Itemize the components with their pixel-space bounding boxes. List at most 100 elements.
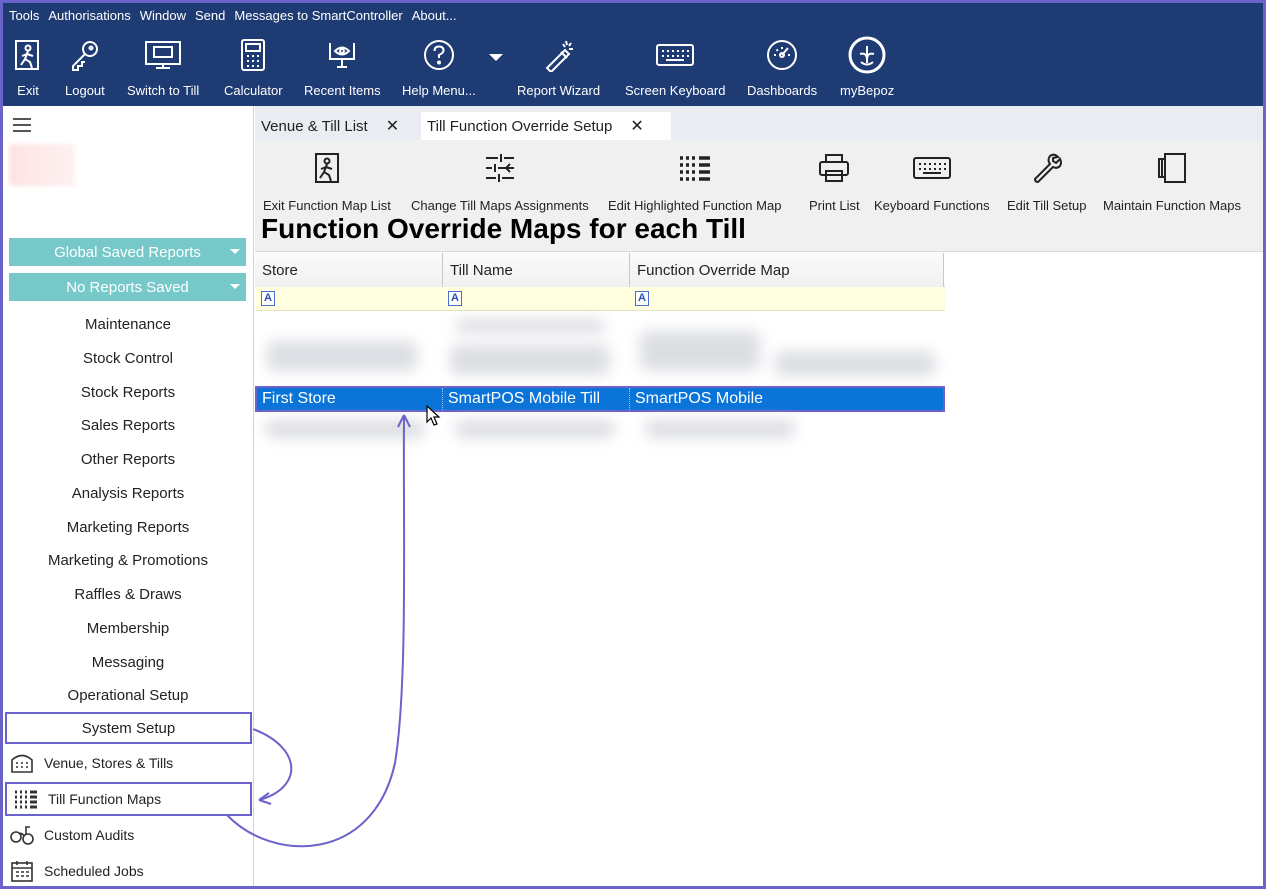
screen-keyboard-label: Screen Keyboard — [625, 83, 726, 98]
print-list-button[interactable]: Print List — [809, 148, 860, 213]
sidebar-subitem-custom-audits[interactable]: Custom Audits — [3, 818, 253, 852]
switch-to-till-label: Switch to Till — [127, 83, 200, 98]
function-map-icon — [13, 788, 39, 810]
sidebar-item-stock-control[interactable]: Stock Control — [3, 343, 253, 373]
hamburger-menu-icon[interactable] — [13, 118, 31, 136]
tab-venue-till-list-label: Venue & Till List — [261, 117, 368, 135]
calendar-icon — [9, 860, 35, 882]
column-header-function-override-map[interactable]: Function Override Map — [630, 253, 944, 287]
filter-function-map-icon[interactable]: A — [635, 291, 649, 306]
change-till-maps-assignments-button[interactable]: Change Till Maps Assignments — [411, 148, 589, 213]
exit-label: Exit — [17, 83, 39, 98]
edit-till-setup-label: Edit Till Setup — [1007, 198, 1087, 213]
help-menu-dropdown[interactable] — [487, 33, 505, 103]
menu-about[interactable]: About... — [412, 8, 457, 23]
venue-stores-tills-label: Venue, Stores & Tills — [44, 755, 174, 771]
app-window: Tools Authorisations Window Send Message… — [0, 0, 1266, 889]
column-header-till-name[interactable]: Till Name — [443, 253, 630, 287]
mouse-cursor-icon — [426, 405, 441, 426]
sidebar-item-maintenance[interactable]: Maintenance — [3, 309, 253, 339]
dashboards-button[interactable]: Dashboards — [747, 33, 817, 103]
till-icon — [144, 33, 182, 77]
recent-items-icon — [326, 33, 358, 77]
table-row-selected[interactable]: First Store SmartPOS Mobile Till SmartPO… — [255, 386, 945, 412]
wizard-icon — [541, 33, 577, 77]
sidebar-item-membership[interactable]: Membership — [3, 613, 253, 643]
sidebar-item-system-setup[interactable]: System Setup — [5, 712, 252, 744]
sidebar: Global Saved Reports No Reports Saved Ma… — [3, 106, 254, 886]
key-icon — [68, 33, 102, 77]
exit-icon — [313, 148, 341, 188]
menu-tools[interactable]: Tools — [9, 8, 39, 23]
print-list-label: Print List — [809, 198, 860, 213]
maintain-function-maps-label: Maintain Function Maps — [1103, 198, 1242, 213]
screen-keyboard-button[interactable]: Screen Keyboard — [625, 33, 725, 103]
sidebar-item-stock-reports[interactable]: Stock Reports — [3, 377, 253, 407]
keyboard-functions-button[interactable]: Keyboard Functions — [874, 148, 990, 213]
maintain-icon — [1155, 148, 1189, 188]
wrench-icon — [1030, 148, 1064, 188]
sidebar-item-operational-setup[interactable]: Operational Setup — [3, 680, 253, 710]
calculator-icon — [240, 33, 266, 77]
cell-till-name: SmartPOS Mobile Till — [443, 388, 630, 410]
menu-messages[interactable]: Messages to SmartController — [234, 8, 402, 23]
tab-till-function-override-setup[interactable]: Till Function Override Setup ✕ — [421, 112, 671, 140]
sidebar-item-messaging[interactable]: Messaging — [3, 647, 253, 677]
edit-highlighted-function-map-button[interactable]: Edit Highlighted Function Map — [608, 148, 781, 213]
sidebar-subitem-venue-stores-tills[interactable]: Venue, Stores & Tills — [3, 746, 253, 780]
assign-icon — [483, 148, 517, 188]
exit-function-map-list-button[interactable]: Exit Function Map List — [263, 148, 391, 213]
menu-authorisations[interactable]: Authorisations — [48, 8, 130, 23]
help-icon — [422, 33, 456, 77]
venue-icon — [9, 752, 35, 774]
logo — [9, 144, 75, 186]
custom-audits-label: Custom Audits — [44, 827, 135, 843]
switch-to-till-button[interactable]: Switch to Till — [127, 33, 199, 103]
calculator-label: Calculator — [224, 83, 283, 98]
mybepoz-button[interactable]: myBepoz — [840, 33, 894, 103]
filter-till-name-icon[interactable]: A — [448, 291, 462, 306]
menu-send[interactable]: Send — [195, 8, 225, 23]
edit-highlighted-function-map-label: Edit Highlighted Function Map — [608, 198, 782, 213]
global-saved-reports-label: Global Saved Reports — [54, 243, 201, 261]
top-bar: Tools Authorisations Window Send Message… — [3, 3, 1263, 106]
column-header-store[interactable]: Store — [255, 253, 443, 287]
edit-till-setup-button[interactable]: Edit Till Setup — [1007, 148, 1087, 213]
sidebar-item-raffles-draws[interactable]: Raffles & Draws — [3, 579, 253, 609]
filter-store-icon[interactable]: A — [261, 291, 275, 306]
global-saved-reports-dropdown[interactable]: Global Saved Reports — [9, 238, 246, 266]
dashboards-label: Dashboards — [747, 83, 818, 98]
keyboard-functions-label: Keyboard Functions — [874, 198, 990, 213]
sidebar-subitem-scheduled-jobs[interactable]: Scheduled Jobs — [3, 854, 253, 886]
no-reports-saved-dropdown[interactable]: No Reports Saved — [9, 273, 246, 301]
blurred-row-bottom — [255, 412, 945, 448]
close-icon[interactable]: ✕ — [386, 116, 399, 136]
tab-venue-till-list[interactable]: Venue & Till List ✕ — [255, 112, 419, 140]
no-reports-saved-label: No Reports Saved — [66, 278, 189, 296]
sidebar-item-sales-reports[interactable]: Sales Reports — [3, 410, 253, 440]
recent-items-label: Recent Items — [304, 83, 381, 98]
sidebar-item-marketing-reports[interactable]: Marketing Reports — [3, 512, 253, 542]
sidebar-item-analysis-reports[interactable]: Analysis Reports — [3, 478, 253, 508]
recent-items-button[interactable]: Recent Items — [304, 33, 381, 103]
maintain-function-maps-button[interactable]: Maintain Function Maps — [1103, 148, 1241, 213]
logout-button[interactable]: Logout — [65, 33, 105, 103]
change-till-maps-assignments-label: Change Till Maps Assignments — [411, 198, 589, 213]
sidebar-subitem-till-function-maps[interactable]: Till Function Maps — [5, 782, 252, 816]
grid-header: Store Till Name Function Override Map — [255, 253, 945, 287]
sidebar-item-marketing-promotions[interactable]: Marketing & Promotions — [3, 545, 253, 575]
menu-window[interactable]: Window — [140, 8, 186, 23]
close-icon[interactable]: ✕ — [630, 116, 643, 136]
exit-function-map-list-label: Exit Function Map List — [263, 198, 391, 213]
help-menu-button[interactable]: Help Menu... — [402, 33, 476, 103]
cell-function-override-map: SmartPOS Mobile — [635, 390, 764, 407]
function-map-icon — [677, 148, 713, 188]
exit-button[interactable]: Exit — [13, 33, 43, 103]
tab-strip: Venue & Till List ✕ Till Function Overri… — [255, 106, 1263, 140]
help-menu-label: Help Menu... — [402, 83, 476, 98]
sidebar-item-other-reports[interactable]: Other Reports — [3, 444, 253, 474]
dashboard-icon — [765, 33, 799, 77]
calculator-button[interactable]: Calculator — [224, 33, 283, 103]
report-wizard-button[interactable]: Report Wizard — [517, 33, 600, 103]
blurred-rows — [255, 311, 945, 386]
